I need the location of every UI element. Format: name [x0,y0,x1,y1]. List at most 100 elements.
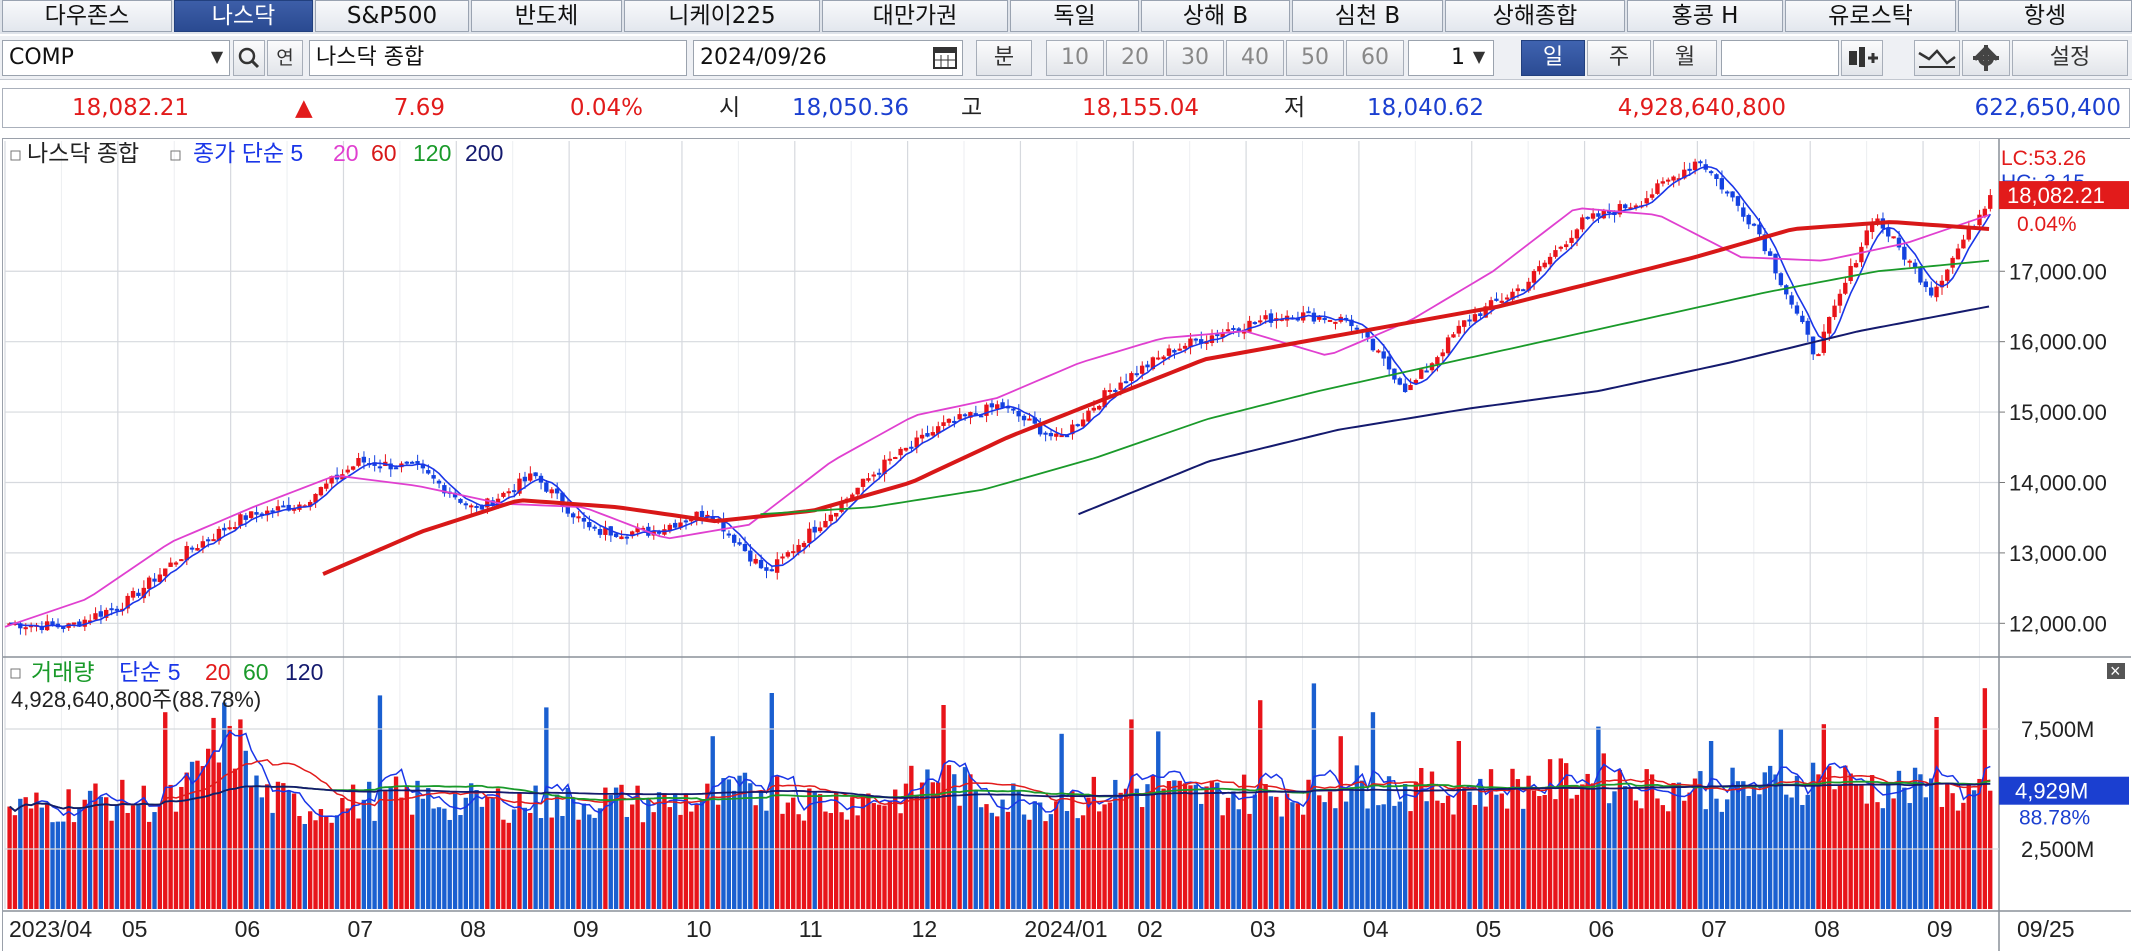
volume-bar [1880,808,1886,909]
volume-bar [1456,741,1462,909]
volume-bar [1424,801,1429,909]
candle-body [866,478,871,481]
volume-bar [1741,781,1746,909]
market-tab[interactable]: 대만가권 [822,0,1008,32]
volume-bar [914,795,919,909]
count-dropdown-chevron-icon[interactable]: ▼ [1466,40,1492,76]
volume-bar [1311,683,1317,909]
market-tab[interactable]: 상해 B [1141,0,1290,32]
candle-body [1918,266,1923,283]
interval-button[interactable]: 50 [1286,40,1344,76]
candle-body [350,466,356,470]
candle-body [1193,338,1198,341]
crosshair-add-icon[interactable] [1841,40,1883,76]
volume-bar [1982,688,1988,909]
legend-series-label: 200 [465,140,503,166]
volume-bar [1333,808,1338,909]
candle-body [1537,266,1542,272]
gear-icon[interactable] [1962,40,2010,76]
candle-body [834,512,839,517]
x-tick-label: 05 [1476,916,1502,942]
period-day-button[interactable]: 일 [1521,40,1585,76]
period-week-button[interactable]: 주 [1587,40,1651,76]
market-tab[interactable]: 홍콩 H [1627,0,1783,32]
market-tab[interactable]: S&P500 [315,0,469,32]
volume-bar [1204,786,1209,909]
interval-button[interactable]: 20 [1106,40,1164,76]
market-tab[interactable]: 니케이225 [624,0,820,32]
volume-bar [393,776,399,909]
settings-button[interactable]: 설정 [2012,40,2128,76]
candle-body [1080,419,1086,427]
volume-bar [55,821,61,909]
interval-button[interactable]: 10 [1046,40,1104,76]
volume-legend-series: 단순 5 [119,659,181,685]
symbol-input[interactable]: COMP [2,40,230,76]
volume-bar [50,822,55,909]
market-tab[interactable]: 독일 [1010,0,1139,32]
candle-body [195,547,200,551]
candle-body [930,432,935,436]
volume-bar [624,816,630,909]
calendar-icon[interactable] [928,40,962,76]
volume-bar [1515,779,1521,909]
market-tab[interactable]: 반도체 [471,0,622,32]
candle-body [254,512,259,515]
nasdaq-composite-chart[interactable]: 12,000.00 13,000.00 14,000.00 15,000.00 16,0… [3,139,2131,951]
market-tab[interactable]: 항셍 [1958,0,2132,32]
candle-body [1161,356,1166,360]
volume-bar [554,794,560,909]
x-tick-label: 08 [1814,916,1840,942]
period-month-button[interactable]: 월 [1653,40,1717,76]
volume-bar [447,819,452,909]
candle-body [962,414,968,417]
volume-bar [732,790,737,909]
market-tab[interactable]: 심천 B [1292,0,1443,32]
last-pct-label: 0.04% [2017,213,2077,236]
market-tab[interactable]: 나스닥 [174,0,313,32]
date-input[interactable]: 2024/09/26 [693,40,963,76]
volume-bar [919,782,925,909]
symbol-dropdown-chevron-icon[interactable]: ▼ [204,40,230,76]
period-extra-field[interactable] [1721,40,1839,76]
volume-bar [93,783,98,909]
candle-body [597,529,603,535]
search-icon[interactable] [233,40,265,76]
candle-body [93,613,98,620]
volume-bar [1274,796,1279,909]
volume-bar [1907,803,1912,909]
candle-body [544,482,549,492]
interval-button[interactable]: 40 [1226,40,1284,76]
volume-bar [1392,805,1397,909]
market-tab[interactable]: 다우존스 [2,0,172,32]
volume-bar [1746,795,1751,909]
line-tool-icon[interactable] [1914,40,1960,76]
volume-bar [517,793,522,909]
candle-body [1794,305,1800,314]
volume-bar [1784,794,1789,909]
interval-button[interactable]: 30 [1166,40,1224,76]
x-tick-label: 09 [573,916,599,942]
volume-bar [646,798,651,909]
candle-body [243,515,248,520]
market-tab[interactable]: 상해종합 [1445,0,1625,32]
volume-bar [1612,791,1617,909]
dock-link-icon[interactable]: 연 [267,40,303,76]
interval-button[interactable]: 60 [1346,40,1404,76]
candle-body [581,518,587,522]
volume-bar [39,807,44,909]
volume-bar [372,820,377,909]
candle-body [1735,196,1741,206]
volume-bar [404,785,409,909]
minute-button[interactable]: 분 [976,40,1032,76]
candle-body [1945,269,1950,281]
x-tick-label: 07 [347,916,373,942]
candle-body [1225,329,1231,332]
chart-panel[interactable]: 12,000.00 13,000.00 14,000.00 15,000.00 16,0… [2,138,2131,951]
volume-bar [168,784,173,909]
market-tab[interactable]: 유로스탁 [1785,0,1956,32]
candle-body [1113,389,1118,392]
candle-body [592,526,597,529]
volume-bar [383,791,388,909]
candle-body [1333,321,1338,324]
